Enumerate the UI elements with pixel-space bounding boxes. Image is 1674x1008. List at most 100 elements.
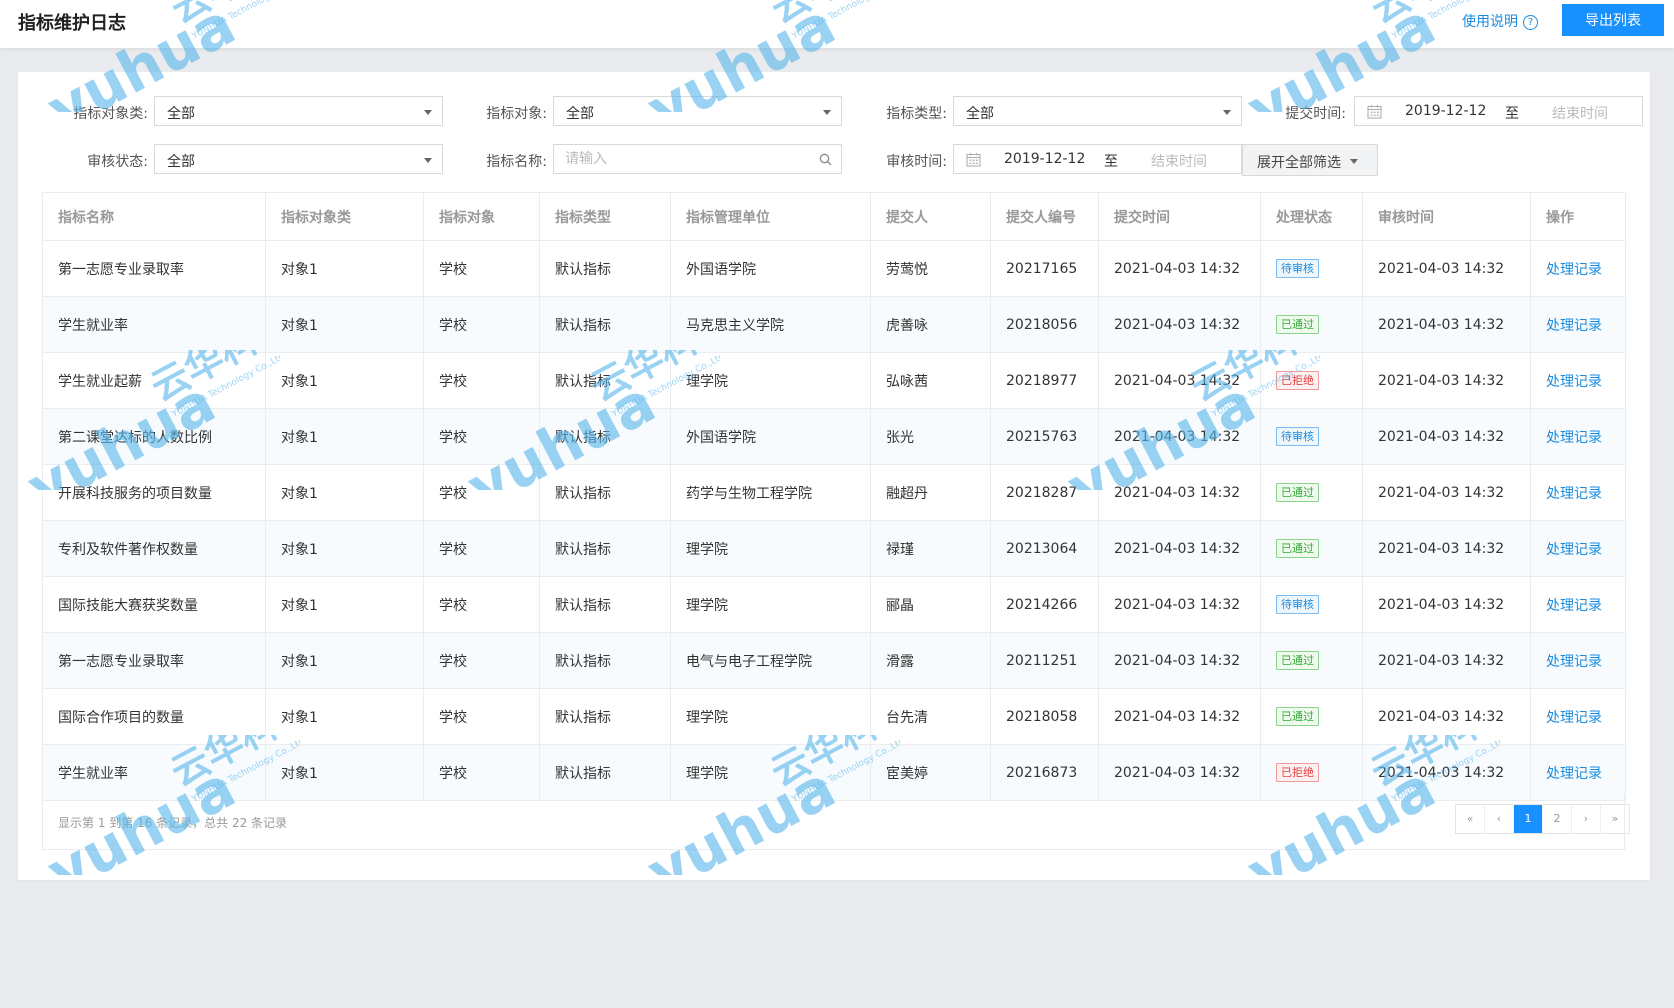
filter-object-value: 全部 [566,106,594,122]
process-record-link[interactable]: 处理记录 [1546,262,1602,278]
last-page-button[interactable]: » [1601,805,1629,833]
cell-submitter-id: 20218058 [990,688,1099,745]
cell-object: 学校 [423,576,540,633]
column-header: 提交人编号 [990,192,1099,241]
next-page-button[interactable]: › [1572,805,1601,833]
help-link-label[interactable]: 使用说明 [1462,14,1518,30]
main-card: 指标对象类: 全部 指标对象: 全部 指标类型: 全部 提交时间: 2019-1… [18,72,1650,880]
search-icon[interactable] [819,153,832,166]
column-header: 指标对象类 [265,192,424,241]
cell-submit-time: 2021-04-03 14:32 [1098,632,1261,689]
cell-submit-time: 2021-04-03 14:32 [1098,520,1261,577]
process-record-link[interactable]: 处理记录 [1546,766,1602,782]
page-button[interactable]: 1 [1514,805,1543,833]
cell-unit: 外国语学院 [670,240,871,297]
prev-page-button[interactable]: ‹ [1485,805,1514,833]
filter-review-time-range[interactable]: 2019-12-12 至 结束时间 [953,144,1242,174]
cell-object: 学校 [423,352,540,409]
column-header: 指标名称 [42,192,266,241]
cell-status: 已通过 [1260,296,1363,353]
process-record-link[interactable]: 处理记录 [1546,486,1602,502]
chevron-down-icon [1223,110,1231,115]
column-header: 处理状态 [1260,192,1363,241]
cell-indicator-name: 国际技能大赛获奖数量 [42,576,266,633]
cell-object: 学校 [423,688,540,745]
cell-object-class: 对象1 [265,296,424,353]
chevron-down-icon [424,158,432,163]
cell-type: 默认指标 [539,744,671,801]
help-link[interactable]: 使用说明? [1462,11,1538,31]
process-record-link[interactable]: 处理记录 [1546,318,1602,334]
filter-object-class-select[interactable]: 全部 [154,96,443,126]
process-record-link[interactable]: 处理记录 [1546,542,1602,558]
review-time-end[interactable]: 结束时间 [1151,151,1207,171]
cell-review-time: 2021-04-03 14:32 [1362,240,1531,297]
cell-indicator-name: 第一志愿专业录取率 [42,240,266,297]
cell-submitter: 禄瑾 [870,520,991,577]
cell-review-time: 2021-04-03 14:32 [1362,408,1531,465]
cell-review-time: 2021-04-03 14:32 [1362,632,1531,689]
cell-type: 默认指标 [539,296,671,353]
cell-submit-time: 2021-04-03 14:32 [1098,352,1261,409]
cell-status: 已通过 [1260,464,1363,521]
cell-object-class: 对象1 [265,688,424,745]
cell-review-time: 2021-04-03 14:32 [1362,744,1531,801]
cell-type: 默认指标 [539,464,671,521]
cell-action: 处理记录 [1530,688,1626,745]
status-badge: 已通过 [1276,315,1319,334]
export-list-button[interactable]: 导出列表 [1562,4,1664,36]
cell-unit: 电气与电子工程学院 [670,632,871,689]
filter-review-status-select[interactable]: 全部 [154,144,443,174]
filter-object-label: 指标对象: [486,106,547,122]
filter-submit-time-range[interactable]: 2019-12-12 至 结束时间 [1354,96,1643,126]
cell-review-time: 2021-04-03 14:32 [1362,296,1531,353]
cell-object-class: 对象1 [265,632,424,689]
cell-indicator-name: 第二课堂达标的人数比例 [42,408,266,465]
cell-object: 学校 [423,632,540,689]
cell-unit: 药学与生物工程学院 [670,464,871,521]
filter-object-select[interactable]: 全部 [553,96,842,126]
process-record-link[interactable]: 处理记录 [1546,430,1602,446]
cell-status: 待审核 [1260,408,1363,465]
cell-type: 默认指标 [539,688,671,745]
table-row: 第一志愿专业录取率 对象1 学校 默认指标 外国语学院 劳莺悦 20217165 2021-0… [42,240,1626,297]
cell-status: 待审核 [1260,240,1363,297]
chevron-down-icon [424,110,432,115]
column-header: 操作 [1530,192,1626,241]
cell-action: 处理记录 [1530,464,1626,521]
cell-type: 默认指标 [539,520,671,577]
help-circle-icon[interactable]: ? [1523,15,1538,30]
expand-filters-label[interactable]: 展开全部筛选 [1257,152,1341,172]
filter-review-time-label: 审核时间: [886,154,947,170]
page-button[interactable]: 2 [1543,805,1572,833]
cell-unit: 理学院 [670,576,871,633]
cell-object: 学校 [423,240,540,297]
column-header: 审核时间 [1362,192,1531,241]
cell-submit-time: 2021-04-03 14:32 [1098,296,1261,353]
table-row: 第一志愿专业录取率 对象1 学校 默认指标 电气与电子工程学院 滑露 20211251 202… [42,632,1626,689]
caret-down-icon [1350,159,1358,164]
submit-time-start[interactable]: 2019-12-12 [1405,103,1486,119]
cell-action: 处理记录 [1530,576,1626,633]
cell-object: 学校 [423,296,540,353]
cell-object-class: 对象1 [265,240,424,297]
cell-object: 学校 [423,464,540,521]
submit-time-end[interactable]: 结束时间 [1552,103,1608,123]
cell-action: 处理记录 [1530,408,1626,465]
process-record-link[interactable]: 处理记录 [1546,598,1602,614]
filter-type-select[interactable]: 全部 [953,96,1242,126]
filter-name-input[interactable] [554,145,841,173]
first-page-button[interactable]: « [1456,805,1485,833]
process-record-link[interactable]: 处理记录 [1546,374,1602,390]
review-time-separator: 至 [1104,154,1118,170]
table-row: 开展科技服务的项目数量 对象1 学校 默认指标 药学与生物工程学院 融超丹 20218287… [42,464,1626,521]
cell-submit-time: 2021-04-03 14:32 [1098,576,1261,633]
cell-unit: 理学院 [670,352,871,409]
review-time-start[interactable]: 2019-12-12 [1004,151,1085,167]
expand-filters-button[interactable]: 展开全部筛选 [1242,144,1378,176]
filter-name-field[interactable] [553,144,842,174]
process-record-link[interactable]: 处理记录 [1546,710,1602,726]
process-record-link[interactable]: 处理记录 [1546,654,1602,670]
cell-status: 已通过 [1260,632,1363,689]
cell-type: 默认指标 [539,408,671,465]
